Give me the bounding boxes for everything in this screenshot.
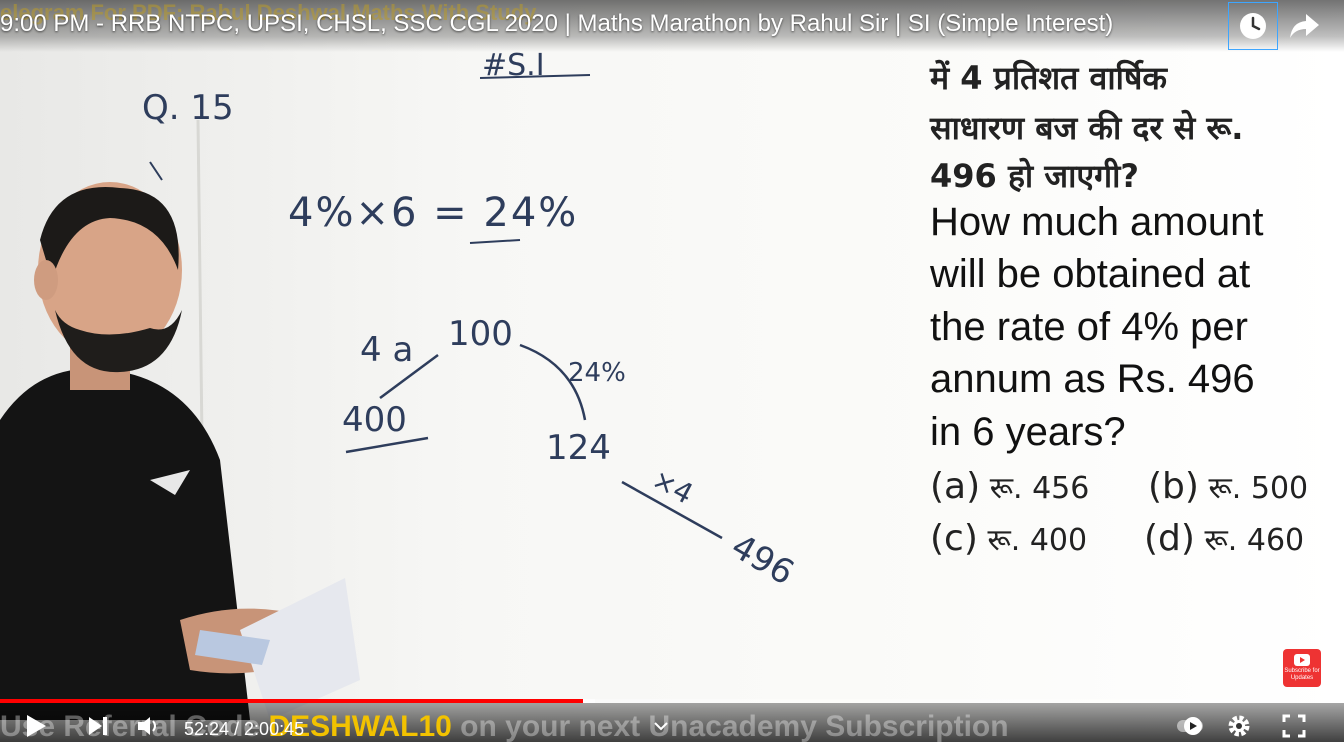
- gear-icon: [1228, 715, 1250, 737]
- share-button[interactable]: [1284, 6, 1324, 46]
- youtube-logo-icon: [1294, 654, 1310, 666]
- teacher-figure: [0, 182, 360, 720]
- option-a: (a) रू. 456: [930, 466, 1089, 507]
- option-d-key: (d): [1144, 518, 1195, 559]
- option-c-key: (c): [930, 518, 978, 559]
- volume-icon: [138, 717, 156, 735]
- play-button[interactable]: [24, 712, 48, 740]
- autoplay-toggle[interactable]: [1176, 712, 1206, 740]
- question-hindi-line-1: में 4 प्रतिशत वार्षिक: [930, 59, 1167, 97]
- option-d-value: रू. 460: [1204, 523, 1305, 558]
- subscribe-label: Subscribe for Updates: [1284, 668, 1320, 681]
- option-a-value: रू. 456: [989, 471, 1090, 506]
- share-arrow-icon: [1290, 14, 1319, 38]
- option-b-key: (b): [1148, 466, 1199, 507]
- question-english-line-2: will be obtained at: [930, 252, 1251, 296]
- watch-later-button[interactable]: [1228, 2, 1278, 50]
- fullscreen-icon: [1282, 714, 1306, 738]
- question-english-line-1: How much amount: [930, 200, 1264, 244]
- question-english-line-3: the rate of 4% per: [930, 305, 1248, 349]
- whiteboard-header: #S.I: [482, 48, 545, 83]
- autoplay-icon: [1177, 717, 1203, 735]
- progress-played: [0, 699, 584, 703]
- option-d: (d) रू. 460: [1144, 518, 1304, 559]
- option-a-key: (a): [930, 466, 981, 507]
- whiteboard-percent-24: 24%: [568, 358, 626, 388]
- video-title[interactable]: 9:00 PM - RRB NTPC, UPSI, CHSL, SSC CGL …: [0, 10, 1113, 38]
- video-frame[interactable]: #S.I Q. 15 4%×6 = 24% 4 a 100 400 24% 12…: [0, 0, 1344, 742]
- option-b-value: रू. 500: [1208, 471, 1309, 506]
- whiteboard-value-124: 124: [546, 428, 611, 468]
- whiteboard-label-4a: 4 a: [360, 330, 414, 370]
- question-english-line-5: in 6 years?: [930, 410, 1126, 454]
- question-hindi-line-2: साधारण बज की दर से रू.: [930, 109, 1244, 147]
- title-bar: elegram For PDF: Rahul Deshwal Maths Wit…: [0, 0, 1344, 52]
- chevron-down-icon: [654, 722, 668, 731]
- next-button[interactable]: [86, 712, 110, 740]
- clock-icon: [1240, 13, 1266, 39]
- progress-bar[interactable]: [0, 699, 1344, 703]
- question-hindi-line-3: 496 हो जाएगी?: [930, 157, 1139, 195]
- option-c-value: रू. 400: [987, 523, 1088, 558]
- ticker-suffix: on your next Unacademy Subscription: [451, 710, 1009, 742]
- play-icon: [27, 715, 46, 737]
- settings-button[interactable]: [1226, 712, 1252, 740]
- volume-button[interactable]: [136, 712, 162, 740]
- time-display: 52:24 / 2:00:45: [184, 719, 305, 739]
- subscribe-watermark[interactable]: Subscribe for Updates: [1283, 649, 1321, 687]
- whiteboard-question-number: Q. 15: [142, 88, 234, 128]
- skip-next-icon: [89, 717, 107, 735]
- option-b: (b) रू. 500: [1148, 466, 1308, 507]
- question-english-line-4: annum as Rs. 496: [930, 357, 1255, 401]
- chapter-chevron[interactable]: [654, 712, 668, 740]
- fullscreen-button[interactable]: [1282, 712, 1306, 740]
- option-c: (c) रू. 400: [930, 518, 1087, 559]
- whiteboard-value-100: 100: [448, 314, 513, 354]
